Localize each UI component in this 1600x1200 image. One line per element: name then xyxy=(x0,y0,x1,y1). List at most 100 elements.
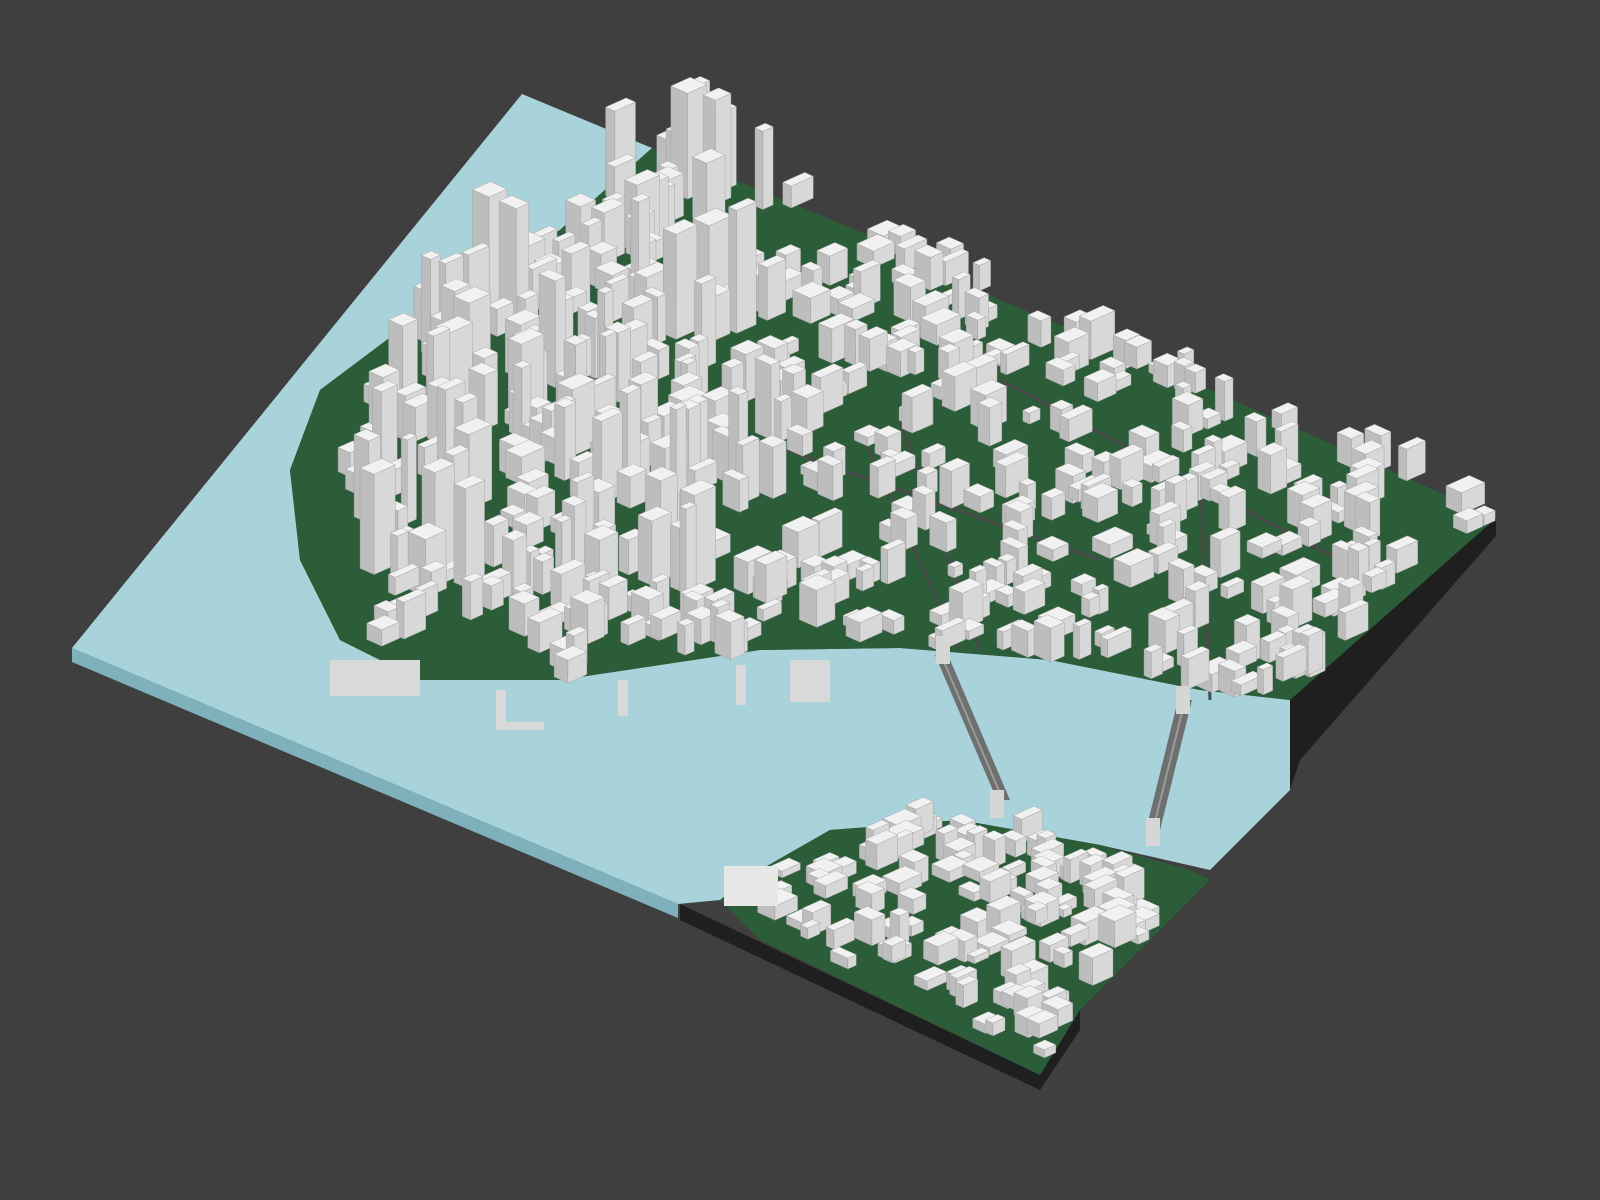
building xyxy=(996,628,1004,651)
building xyxy=(658,345,670,380)
building xyxy=(907,349,916,376)
building xyxy=(818,322,833,364)
building xyxy=(767,258,786,321)
building xyxy=(1260,638,1270,664)
building xyxy=(484,369,498,430)
building xyxy=(1000,351,1007,376)
building xyxy=(1183,426,1193,453)
building xyxy=(1079,620,1092,660)
building xyxy=(905,513,918,550)
building xyxy=(1337,609,1346,641)
building xyxy=(1040,316,1052,348)
building xyxy=(462,578,471,621)
pier xyxy=(790,660,830,702)
building xyxy=(869,463,879,499)
building xyxy=(855,568,863,592)
building xyxy=(1224,377,1234,422)
building xyxy=(754,357,772,440)
building xyxy=(930,251,944,291)
pier xyxy=(330,660,420,696)
building xyxy=(657,293,666,344)
building xyxy=(995,461,1006,499)
building xyxy=(564,605,571,633)
building xyxy=(1308,629,1323,676)
building xyxy=(736,201,757,334)
building xyxy=(1180,655,1189,690)
building xyxy=(1100,636,1108,659)
building xyxy=(388,574,396,596)
building xyxy=(758,263,768,321)
building xyxy=(618,535,629,576)
building xyxy=(730,616,745,661)
building xyxy=(684,621,695,656)
manhattan-bridge-tower-north xyxy=(1176,686,1190,714)
building xyxy=(1398,445,1407,482)
building xyxy=(946,518,957,553)
building xyxy=(679,506,687,596)
building xyxy=(483,521,494,568)
building xyxy=(1270,447,1287,495)
building xyxy=(1143,648,1152,680)
building xyxy=(979,260,991,292)
building xyxy=(1275,654,1284,682)
building xyxy=(733,555,749,595)
building xyxy=(772,441,787,499)
building xyxy=(1263,665,1273,696)
building xyxy=(758,440,774,499)
building xyxy=(826,926,835,950)
building xyxy=(977,316,987,341)
pier xyxy=(500,722,544,730)
building xyxy=(587,597,605,645)
building xyxy=(513,364,523,446)
building xyxy=(554,402,565,481)
pier xyxy=(618,680,628,716)
building xyxy=(465,479,485,588)
building xyxy=(1151,647,1163,680)
building xyxy=(939,465,952,509)
building xyxy=(754,127,764,210)
building xyxy=(1050,621,1065,663)
building xyxy=(1059,414,1070,443)
building xyxy=(675,224,698,340)
building xyxy=(1343,490,1357,533)
building xyxy=(1072,623,1080,660)
building xyxy=(685,504,697,596)
manhattan-bridge-tower-south xyxy=(1146,818,1160,846)
building xyxy=(453,483,466,588)
building xyxy=(739,476,749,513)
building xyxy=(1200,475,1210,502)
building xyxy=(533,557,543,595)
building xyxy=(694,485,716,591)
city-model-canvas xyxy=(72,76,1496,1090)
building xyxy=(1250,581,1264,615)
building xyxy=(880,546,888,585)
building xyxy=(1168,562,1184,606)
building xyxy=(832,461,844,502)
building xyxy=(1257,449,1271,495)
building xyxy=(774,398,782,442)
city-model-render xyxy=(0,0,1600,1200)
building xyxy=(782,181,792,209)
brooklyn-bridge-tower-north xyxy=(936,636,950,664)
building xyxy=(915,348,925,376)
building xyxy=(817,458,834,502)
building xyxy=(972,262,980,292)
building xyxy=(754,559,767,604)
building xyxy=(714,615,731,661)
building xyxy=(989,402,1003,447)
brooklyn-bridge-tower-south xyxy=(990,790,1004,818)
building xyxy=(677,622,686,656)
building xyxy=(1218,492,1230,533)
building xyxy=(345,468,355,494)
building xyxy=(1063,856,1071,884)
building xyxy=(527,617,540,654)
building xyxy=(407,435,417,524)
pier xyxy=(724,866,778,906)
building xyxy=(637,514,653,586)
building xyxy=(865,839,878,871)
building xyxy=(844,324,856,367)
building xyxy=(714,289,731,341)
building xyxy=(762,126,774,210)
building xyxy=(1194,584,1210,630)
building xyxy=(470,576,484,621)
